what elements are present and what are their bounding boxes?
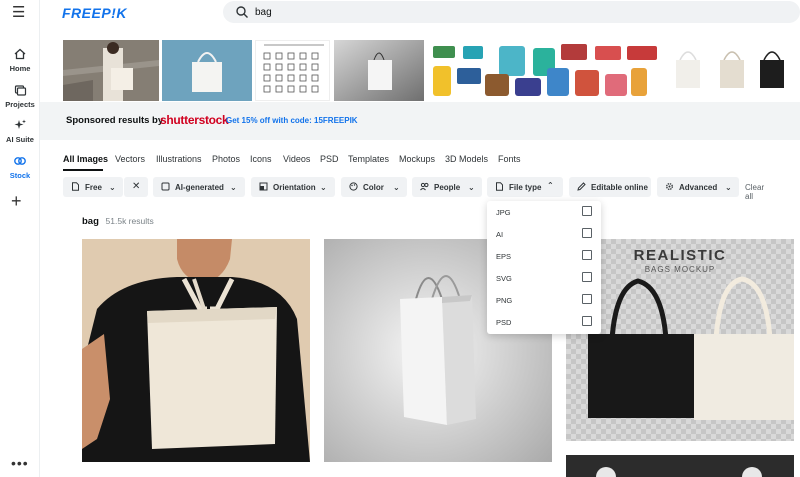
orientation-filter[interactable]: Orientation ⌄ — [251, 177, 335, 197]
home-icon — [14, 48, 26, 60]
tab-fonts[interactable]: Fonts — [498, 154, 521, 164]
sidebar-item-projects[interactable]: Projects — [0, 83, 40, 109]
chevron-down-icon: ⌄ — [468, 183, 475, 192]
tab-3d-models[interactable]: 3D Models — [445, 154, 488, 164]
file-type-option-svg[interactable]: SVG — [487, 267, 601, 289]
clear-all-link[interactable]: Clear all — [745, 183, 764, 201]
tab-templates[interactable]: Templates — [348, 154, 389, 164]
sidebar-item-ai-suite[interactable]: AI Suite — [0, 118, 40, 144]
sponsored-image[interactable] — [666, 40, 796, 101]
free-filter[interactable]: Free ⌄ — [63, 177, 123, 197]
file-type-option-psd[interactable]: PSD — [487, 311, 601, 333]
sidebar-item-stock[interactable]: Stock — [0, 154, 40, 180]
sponsored-image[interactable] — [162, 40, 252, 101]
editable-online-filter[interactable]: Editable online — [569, 177, 651, 197]
sidebar-item-label: AI Suite — [6, 135, 34, 144]
results-heading: bag 51.5k results — [82, 216, 154, 227]
active-tab-indicator — [63, 169, 103, 171]
freepik-logo[interactable]: FREEP!K — [62, 5, 127, 21]
checkbox[interactable] — [582, 294, 592, 304]
search-icon — [236, 6, 248, 18]
ai-icon — [161, 182, 170, 191]
sponsored-label: Sponsored results by — [66, 115, 164, 126]
chevron-down-icon: ⌄ — [109, 183, 116, 192]
chevron-down-icon: ⌄ — [725, 183, 732, 192]
tab-mockups[interactable]: Mockups — [399, 154, 435, 164]
sponsored-image[interactable] — [63, 40, 159, 101]
checkbox[interactable] — [582, 316, 592, 326]
chevron-down-icon: ⌄ — [230, 183, 237, 192]
sparkles-icon — [14, 119, 26, 129]
gear-icon — [666, 183, 673, 190]
pencil-icon — [577, 182, 586, 191]
sidebar-item-label: Stock — [9, 171, 31, 180]
sponsored-image[interactable] — [429, 40, 661, 101]
sponsored-image[interactable] — [255, 40, 330, 101]
menu-icon[interactable]: ☰ — [12, 5, 28, 20]
search-input[interactable] — [255, 4, 655, 20]
result-image-card[interactable] — [82, 239, 310, 462]
color-filter[interactable]: Color ⌄ — [341, 177, 407, 197]
advanced-filter[interactable]: Advanced ⌄ — [657, 177, 739, 197]
file-type-dropdown: JPG AI EPS SVG PNG PSD — [487, 201, 601, 334]
checkbox[interactable] — [582, 272, 592, 282]
clear-free-filter-button[interactable]: ✕ — [124, 177, 148, 197]
sidebar-item-home[interactable]: Home — [0, 47, 40, 73]
checkbox[interactable] — [582, 250, 592, 260]
sidebar-item-label: Projects — [5, 100, 35, 109]
chevron-up-icon: ⌃ — [547, 181, 554, 190]
tab-illustrations[interactable]: Illustrations — [156, 154, 202, 164]
tab-psd[interactable]: PSD — [320, 154, 339, 164]
file-icon — [496, 182, 503, 191]
tab-icons[interactable]: Icons — [250, 154, 272, 164]
file-icon — [72, 182, 79, 191]
palette-icon — [349, 182, 358, 191]
sponsored-image[interactable] — [334, 40, 424, 101]
orientation-icon — [259, 182, 268, 191]
people-filter[interactable]: People ⌄ — [412, 177, 482, 197]
file-type-option-png[interactable]: PNG — [487, 289, 601, 311]
search-query: bag — [82, 216, 99, 227]
file-type-option-eps[interactable]: EPS — [487, 245, 601, 267]
people-icon — [420, 182, 429, 191]
tab-videos[interactable]: Videos — [283, 154, 310, 164]
add-icon[interactable]: + — [11, 192, 22, 210]
sponsored-bar: Sponsored results by shutterstock Get 15… — [40, 102, 800, 140]
tab-vectors[interactable]: Vectors — [115, 154, 145, 164]
results-count: 51.5k results — [105, 216, 154, 226]
file-type-filter[interactable]: File type ⌃ — [487, 177, 563, 197]
checkbox[interactable] — [582, 206, 592, 216]
more-icon[interactable]: ••• — [11, 455, 29, 471]
ai-generated-filter[interactable]: AI-generated ⌄ — [153, 177, 245, 197]
chevron-down-icon: ⌄ — [393, 183, 400, 192]
sidebar: ☰ Home Projects AI Suite Stock + ••• — [0, 0, 40, 477]
tab-all-images[interactable]: All Images — [63, 154, 108, 164]
file-type-option-jpg[interactable]: JPG — [487, 201, 601, 223]
stock-icon — [14, 157, 26, 165]
tab-photos[interactable]: Photos — [212, 154, 240, 164]
file-type-option-ai[interactable]: AI — [487, 223, 601, 245]
folder-icon — [14, 85, 27, 96]
shutterstock-logo[interactable]: shutterstock — [160, 113, 229, 127]
result-image-card[interactable] — [566, 455, 794, 477]
sidebar-item-label: Home — [9, 64, 31, 73]
close-icon: ✕ — [132, 181, 141, 192]
search-bar[interactable] — [223, 1, 800, 23]
checkbox[interactable] — [582, 228, 592, 238]
chevron-down-icon: ⌄ — [320, 183, 327, 192]
promo-link[interactable]: Get 15% off with code: 15FREEPIK — [226, 116, 358, 125]
